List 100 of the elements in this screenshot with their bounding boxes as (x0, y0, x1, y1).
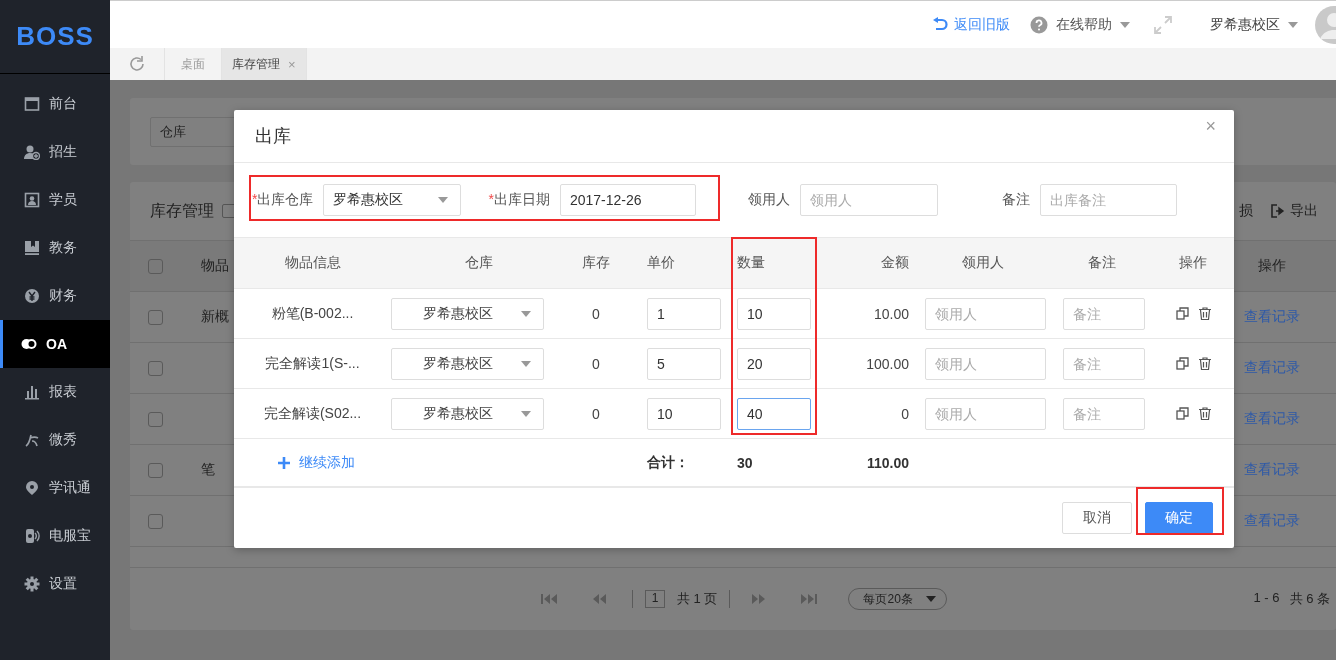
last-page-icon[interactable] (800, 593, 819, 605)
checkbox[interactable] (148, 462, 163, 478)
sidebar-item[interactable]: 设置 (0, 560, 110, 608)
column-header: 操作 (1257, 257, 1287, 275)
help-icon[interactable] (1030, 15, 1048, 34)
caret-icon (521, 310, 531, 317)
copy-icon[interactable] (1175, 407, 1189, 420)
sidebar-item[interactable]: 微秀 (0, 416, 110, 464)
range-label: 1 - 6 (1253, 590, 1280, 607)
sidebar-item[interactable]: 招生 (0, 128, 110, 176)
refresh-icon[interactable] (128, 55, 146, 73)
delete-icon[interactable] (1198, 307, 1211, 320)
column-header: 仓库 (463, 254, 494, 272)
column-header: 单价 (646, 254, 676, 272)
copy-icon[interactable] (1175, 307, 1189, 320)
checkbox[interactable] (148, 513, 163, 529)
warehouse-select[interactable]: 罗希惠校区 (391, 347, 544, 380)
column-header: 物品信息 (283, 254, 342, 272)
caret-icon (1120, 21, 1130, 28)
card-title: 库存管理 (150, 200, 214, 221)
campus-menu[interactable]: 罗希惠校区 (1210, 15, 1280, 34)
field-label: 备注 (1001, 191, 1030, 209)
warehouse-select[interactable]: 罗希惠校区 (391, 397, 544, 430)
table-cell-text: 0 (900, 405, 910, 422)
column-header: 备注 (1087, 254, 1117, 272)
export-button[interactable]: 导出 (1271, 202, 1318, 220)
receiver-field[interactable]: 领用人 (925, 347, 1046, 380)
input-field[interactable]: 2017-12-26 (559, 184, 696, 216)
caret-icon (521, 360, 531, 367)
note-field[interactable]: 备注 (1063, 397, 1145, 430)
field-label: 领用人 (747, 191, 790, 209)
undo-icon (932, 16, 948, 33)
first-page-icon[interactable] (540, 593, 558, 605)
table-cell-text: 100.00 (865, 355, 910, 372)
input-field[interactable]: 领用人 (799, 184, 938, 216)
checkbox[interactable] (148, 411, 163, 427)
export-icon (1271, 204, 1285, 218)
chat-icon (21, 336, 37, 352)
copy-icon[interactable] (1175, 357, 1189, 370)
yen-icon (24, 288, 40, 304)
total-label: 共 6 条 (1289, 590, 1330, 608)
caret-icon (1288, 21, 1298, 28)
page-count: 共 1 页 (677, 590, 718, 608)
sidebar-item[interactable]: 前台 (0, 80, 110, 128)
caret-icon (521, 410, 531, 417)
book-icon (24, 240, 40, 256)
column-header: 金额 (880, 254, 910, 272)
help-menu[interactable]: 在线帮助 (1056, 15, 1112, 34)
table-cell-text: 新概 (200, 308, 230, 326)
table-cell-text: 完全解读1(S-... (264, 354, 361, 373)
page-input[interactable]: 1 (645, 590, 665, 608)
column-header: 数量 (736, 254, 766, 272)
quantity-field[interactable]: 20 (737, 347, 811, 380)
gear-icon (24, 576, 40, 592)
checkbox[interactable] (148, 360, 163, 376)
sidebar-item[interactable]: 电服宝 (0, 512, 110, 560)
quantity-field[interactable]: 10 (737, 297, 811, 330)
toolbar-button[interactable]: 损 (1239, 202, 1253, 220)
phone-icon (24, 528, 40, 544)
id-card-icon (24, 192, 40, 208)
sidebar-item[interactable]: 学员 (0, 176, 110, 224)
sidebar-item[interactable]: 学讯通 (0, 464, 110, 512)
note-field[interactable]: 备注 (1063, 297, 1145, 330)
table-cell-text: 粉笔(B-002... (270, 304, 355, 323)
checkbox[interactable] (148, 309, 163, 325)
sidebar-item[interactable]: 报表 (0, 368, 110, 416)
sidebar-item[interactable]: OA (0, 320, 110, 368)
caret-icon (438, 197, 449, 203)
delete-icon[interactable] (1198, 357, 1211, 370)
receiver-field[interactable]: 领用人 (925, 297, 1046, 330)
expand-icon[interactable] (1154, 15, 1172, 34)
total-amount: 110.00 (865, 454, 910, 471)
note-field[interactable]: 备注 (1063, 347, 1145, 380)
input-field[interactable]: 出库备注 (1039, 184, 1177, 216)
checkbox[interactable] (148, 258, 163, 274)
price-field[interactable]: 1 (647, 297, 721, 330)
add-more-link[interactable]: 继续添加 (234, 453, 566, 472)
column-header: 物品 (200, 257, 230, 275)
warehouse-select[interactable]: 罗希惠校区 (391, 297, 544, 330)
receiver-field[interactable]: 领用人 (925, 397, 1046, 430)
warehouse-select[interactable]: 罗希惠校区 (323, 184, 462, 216)
tab[interactable]: 库存管理 × (222, 48, 307, 80)
column-header: 库存 (581, 254, 611, 272)
price-field[interactable]: 5 (647, 347, 721, 380)
column-header: 操作 (1178, 254, 1208, 272)
field-label: *出库日期 (488, 191, 550, 209)
quantity-field[interactable]: 40 (737, 397, 811, 430)
table-cell-text: 0 (591, 405, 601, 422)
cancel-button[interactable]: 取消 (1062, 502, 1132, 534)
calendar-icon (24, 96, 40, 112)
back-link[interactable]: 返回旧版 (932, 15, 1010, 34)
price-field[interactable]: 10 (647, 397, 721, 430)
sidebar-item[interactable]: 教务 (0, 224, 110, 272)
plus-icon (278, 456, 290, 469)
total-quantity: 30 (736, 454, 754, 471)
table-cell-text: 0 (591, 305, 601, 322)
delete-icon[interactable] (1198, 407, 1211, 420)
sidebar-item[interactable]: 财务 (0, 272, 110, 320)
total-label: 合计： (646, 453, 690, 472)
table-cell-text: 0 (591, 355, 601, 372)
